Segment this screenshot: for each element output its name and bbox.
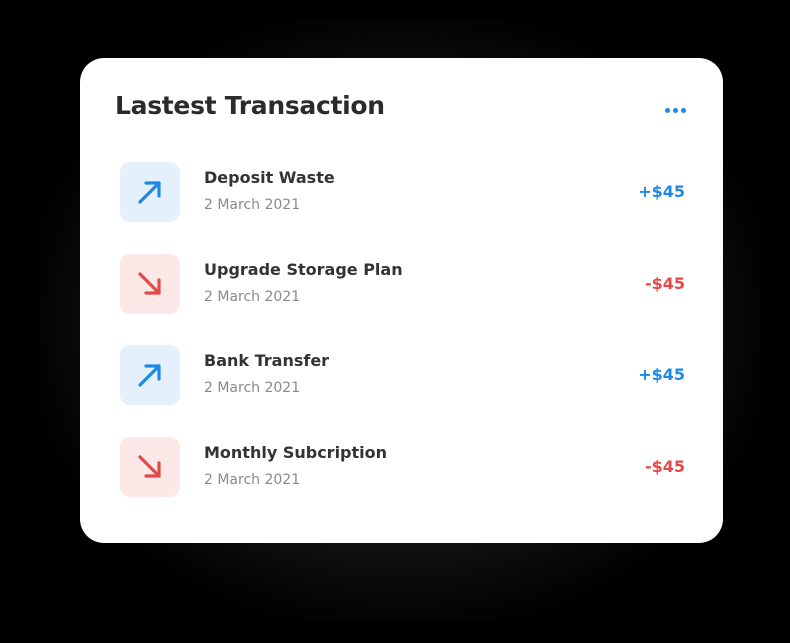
card-title: Lastest Transaction	[115, 91, 385, 120]
incoming-icon-box	[120, 345, 180, 405]
transaction-amount: -$45	[644, 274, 685, 293]
outgoing-icon-box	[120, 254, 180, 314]
more-horizontal-icon	[664, 107, 670, 113]
transaction-date: 2 March 2021	[204, 472, 301, 488]
more-horizontal-icon	[680, 107, 686, 113]
transaction-name: Deposit Waste	[204, 168, 335, 187]
transaction-amount: +$45	[638, 182, 685, 201]
more-options-button[interactable]	[660, 101, 690, 119]
arrow-up-right-icon	[138, 181, 161, 204]
transaction-date: 2 March 2021	[204, 197, 301, 213]
latest-transaction-card: Lastest Transaction Deposit Waste 2 Marc…	[80, 58, 723, 543]
transaction-date: 2 March 2021	[204, 380, 301, 396]
arrow-up-right-icon	[138, 364, 161, 387]
transaction-name: Bank Transfer	[204, 351, 330, 370]
arrow-down-right-icon	[138, 272, 161, 295]
outgoing-icon-box	[120, 437, 180, 497]
arrow-down-right-icon	[138, 455, 161, 478]
transaction-row-monthly-subscription[interactable]: Monthly Subcription 2 March 2021 -$45	[120, 437, 685, 497]
transaction-row-upgrade-storage-plan[interactable]: Upgrade Storage Plan 2 March 2021 -$45	[120, 254, 685, 314]
transaction-row-deposit-waste[interactable]: Deposit Waste 2 March 2021 +$45	[120, 162, 685, 222]
transaction-amount: -$45	[644, 457, 685, 476]
more-horizontal-icon	[672, 107, 678, 113]
transaction-date: 2 March 2021	[204, 289, 301, 305]
transaction-amount: +$45	[638, 365, 685, 384]
transaction-name: Upgrade Storage Plan	[204, 260, 403, 279]
incoming-icon-box	[120, 162, 180, 222]
transaction-row-bank-transfer[interactable]: Bank Transfer 2 March 2021 +$45	[120, 345, 685, 405]
transaction-name: Monthly Subcription	[204, 443, 388, 462]
